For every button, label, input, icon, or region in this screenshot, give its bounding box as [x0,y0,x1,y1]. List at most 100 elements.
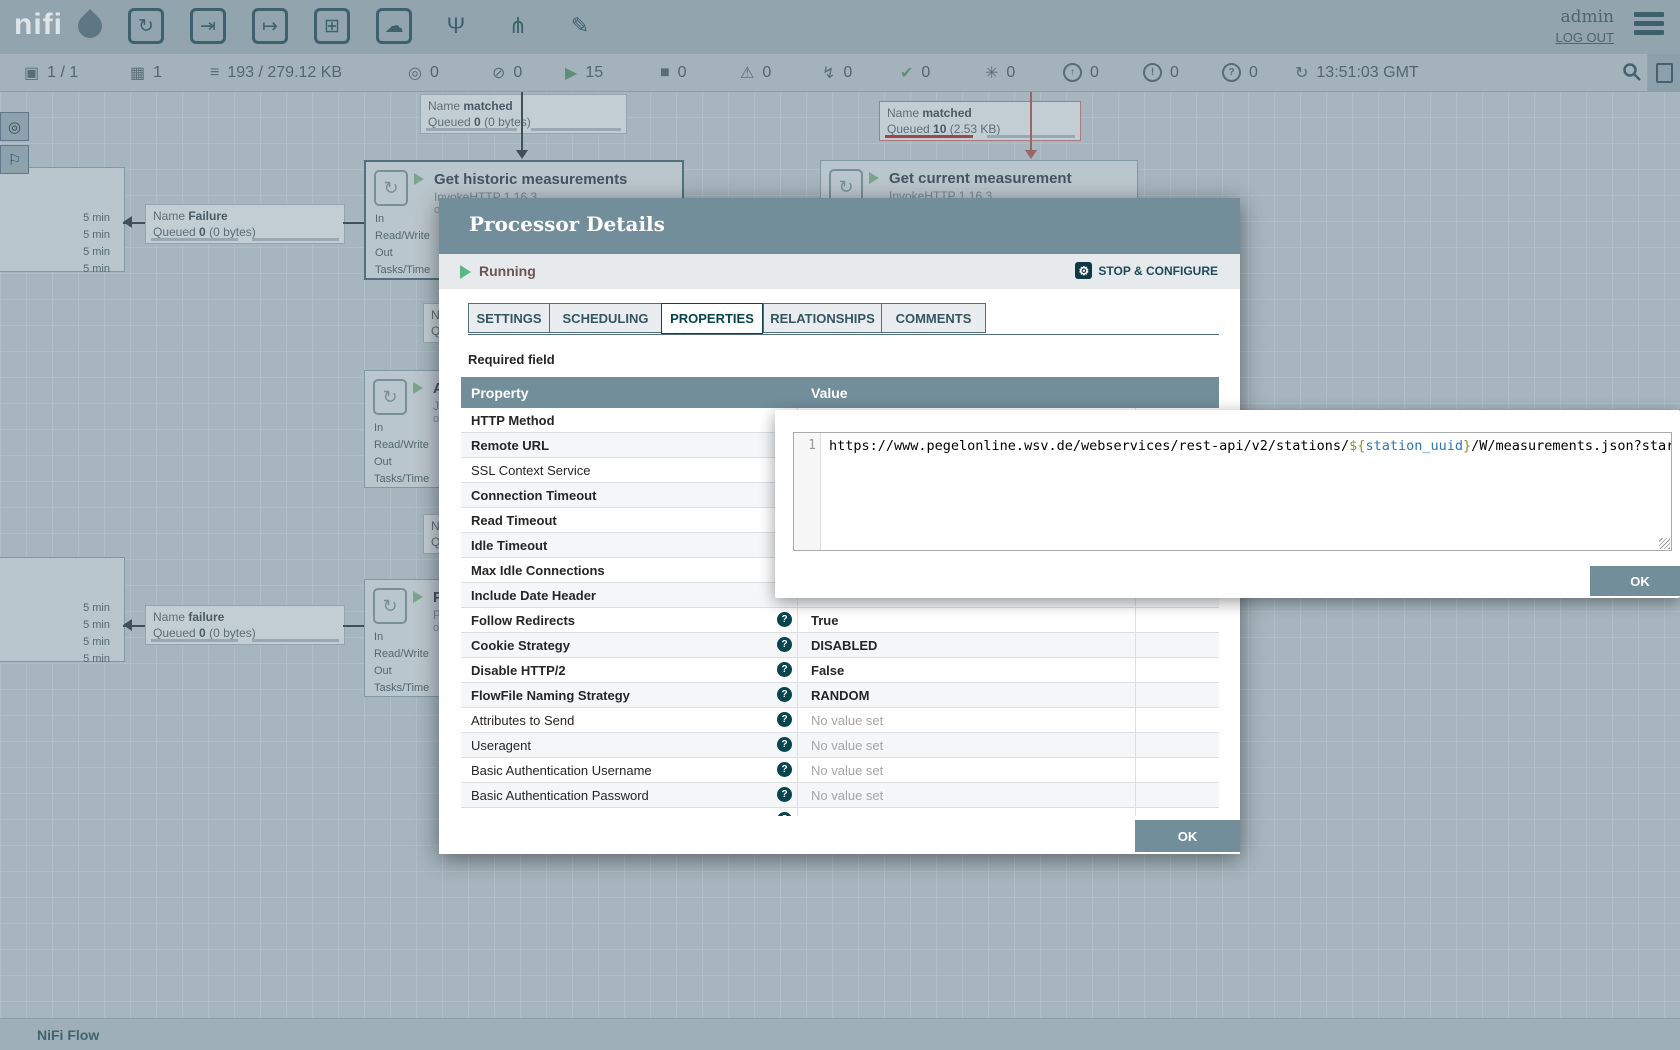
total-queued-count-value: 1 [153,64,162,82]
property-value-cell[interactable]: False [798,658,1136,682]
tab-settings[interactable]: SETTINGS [468,303,549,333]
property-value-cell[interactable]: No value set [798,708,1136,732]
refresh-icon[interactable]: ↻ [1295,63,1308,83]
value-editor[interactable]: 1 https://www.pegelonline.wsv.de/webserv… [793,432,1672,551]
property-row: Disable HTTP/2?False [461,658,1219,683]
required-field-note: Required field [468,352,555,367]
queue-size-indicator [151,639,238,642]
property-row-spacer [1136,633,1219,657]
gear-icon: ⚙ [1075,262,1092,279]
stale-count-value: 0 [1090,64,1099,82]
property-help-icon[interactable]: ? [777,712,792,727]
processor-stat-label: In [375,213,384,225]
transmitting-count-icon: ◎ [408,63,422,83]
processor-stat-window: 5 min [83,229,110,241]
processor-stat-label: Tasks/Time [374,473,429,485]
processor-icon[interactable]: ↻ [128,8,164,44]
property-help-icon[interactable]: ? [777,637,792,652]
property-name-cell: Basic Authentication Username? [461,758,798,782]
processor-run-icon [413,591,423,603]
connection-name: Name Failure [153,209,228,223]
property-value-cell[interactable]: No value set [798,758,1136,782]
tab-comments[interactable]: COMMENTS [881,303,986,333]
breadcrumb[interactable]: NiFi Flow [37,1027,99,1043]
editor-resize-handle[interactable] [1659,538,1670,549]
processor-stat-window: 5 min [83,653,110,665]
properties-table-header: Property Value [461,377,1219,408]
connection-arrow-icon [1025,150,1037,159]
property-value-cell[interactable]: RANDOM [798,683,1136,707]
property-value-cell[interactable]: No value set [798,733,1136,757]
up-to-date-count-value: 0 [921,64,930,82]
connection-label[interactable]: Name failureQueued 0 (0 bytes) [145,605,345,645]
property-help-icon[interactable]: ? [777,812,792,816]
connection-name: Name matched [428,99,513,113]
property-value-cell[interactable]: No value set [798,783,1136,807]
property-name-cell: Remote URL [461,433,798,457]
property-help-icon[interactable]: ? [777,612,792,627]
transmitting-count-value: 0 [430,64,439,82]
processor-run-icon [413,382,423,394]
property-name-cell: ? [461,808,798,816]
property-name-cell: Disable HTTP/2? [461,658,798,682]
disabled-count-icon: ↯ [822,63,835,83]
processor-box-clipped[interactable]: 5 min5 min5 min5 min [0,557,125,662]
queued-size-value: 193 / 279.12 KB [227,64,342,82]
canvas-float-button[interactable]: ◎ [0,112,29,141]
settings-panel-toggle[interactable] [1647,54,1680,91]
connection-label[interactable]: Name FailureQueued 0 (0 bytes) [145,204,345,244]
processor-box-clipped[interactable]: 5 min5 min5 min5 min [0,167,125,272]
output-port-icon[interactable]: ↦ [252,8,288,44]
last-refresh-time: 13:51:03 GMT [1316,64,1418,82]
canvas-float-button[interactable]: ⚐ [0,145,29,174]
property-name-cell: FlowFile Naming Strategy? [461,683,798,707]
component-palette: ↻ ⇥ ↦ ⊞ ☁ Ψ ⋔ ✎ [128,8,598,44]
template-icon[interactable]: ⋔ [500,8,536,44]
property-row: ? [461,808,1219,816]
property-value-cell[interactable]: DISABLED [798,633,1136,657]
connection-label[interactable]: Name matchedQueued 10 (2.53 KB) [879,101,1081,141]
stop-and-configure-button[interactable]: ⚙ STOP & CONFIGURE [1075,262,1218,279]
property-help-icon[interactable]: ? [777,662,792,677]
property-help-icon[interactable]: ? [777,687,792,702]
property-value-cell[interactable]: True [798,608,1136,632]
editor-code-line[interactable]: https://www.pegelonline.wsv.de/webservic… [821,433,1671,550]
dialog-ok-button[interactable]: OK [1135,820,1240,852]
property-help-icon[interactable]: ? [777,762,792,777]
stopped-count-icon: ■ [660,64,670,82]
property-row-spacer [1136,783,1219,807]
process-group-icon[interactable]: ⊞ [314,8,350,44]
property-name-cell: Basic Authentication Password? [461,783,798,807]
url-suffix-text: /W/measurements.json?start=P30D [1471,438,1671,454]
property-value-cell[interactable] [798,808,1136,816]
property-name-cell: Read Timeout [461,508,798,532]
tab-relationships[interactable]: RELATIONSHIPS [763,303,881,333]
running-count-value: 15 [585,64,603,82]
tab-scheduling[interactable]: SCHEDULING [549,303,661,333]
sync-failure-count-icon: ? [1222,63,1241,82]
remote-process-group-icon[interactable]: ☁ [376,8,412,44]
logout-link[interactable]: LOG OUT [1555,30,1614,45]
up-to-date-count: ✔0 [900,54,930,91]
global-menu-icon[interactable] [1634,12,1664,39]
editor-ok-button[interactable]: OK [1590,566,1680,596]
input-port-icon[interactable]: ⇥ [190,8,226,44]
property-help-icon[interactable]: ? [777,787,792,802]
funnel-icon[interactable]: Ψ [438,8,474,44]
parameter-close-delimiter: } [1463,438,1471,454]
connection-line [521,91,523,150]
processor-stat-label: Read/Write [374,648,429,660]
property-name-cell: Idle Timeout [461,533,798,557]
total-queued-count-icon: ▦ [130,63,145,83]
search-icon[interactable] [1622,62,1642,82]
connection-label[interactable]: Name matchedQueued 0 (0 bytes) [420,94,627,134]
processor-stat-window: 5 min [83,619,110,631]
connection-arrow-icon [123,216,132,228]
not-transmitting-count: ⊘0 [492,54,522,91]
label-icon[interactable]: ✎ [562,8,598,44]
property-help-icon[interactable]: ? [777,737,792,752]
dialog-tabbar: SETTINGSSCHEDULINGPROPERTIESRELATIONSHIP… [468,303,1219,335]
tab-properties[interactable]: PROPERTIES [661,303,763,334]
invalid-count: ⚠0 [740,54,771,91]
running-count-icon: ▶ [565,63,577,83]
